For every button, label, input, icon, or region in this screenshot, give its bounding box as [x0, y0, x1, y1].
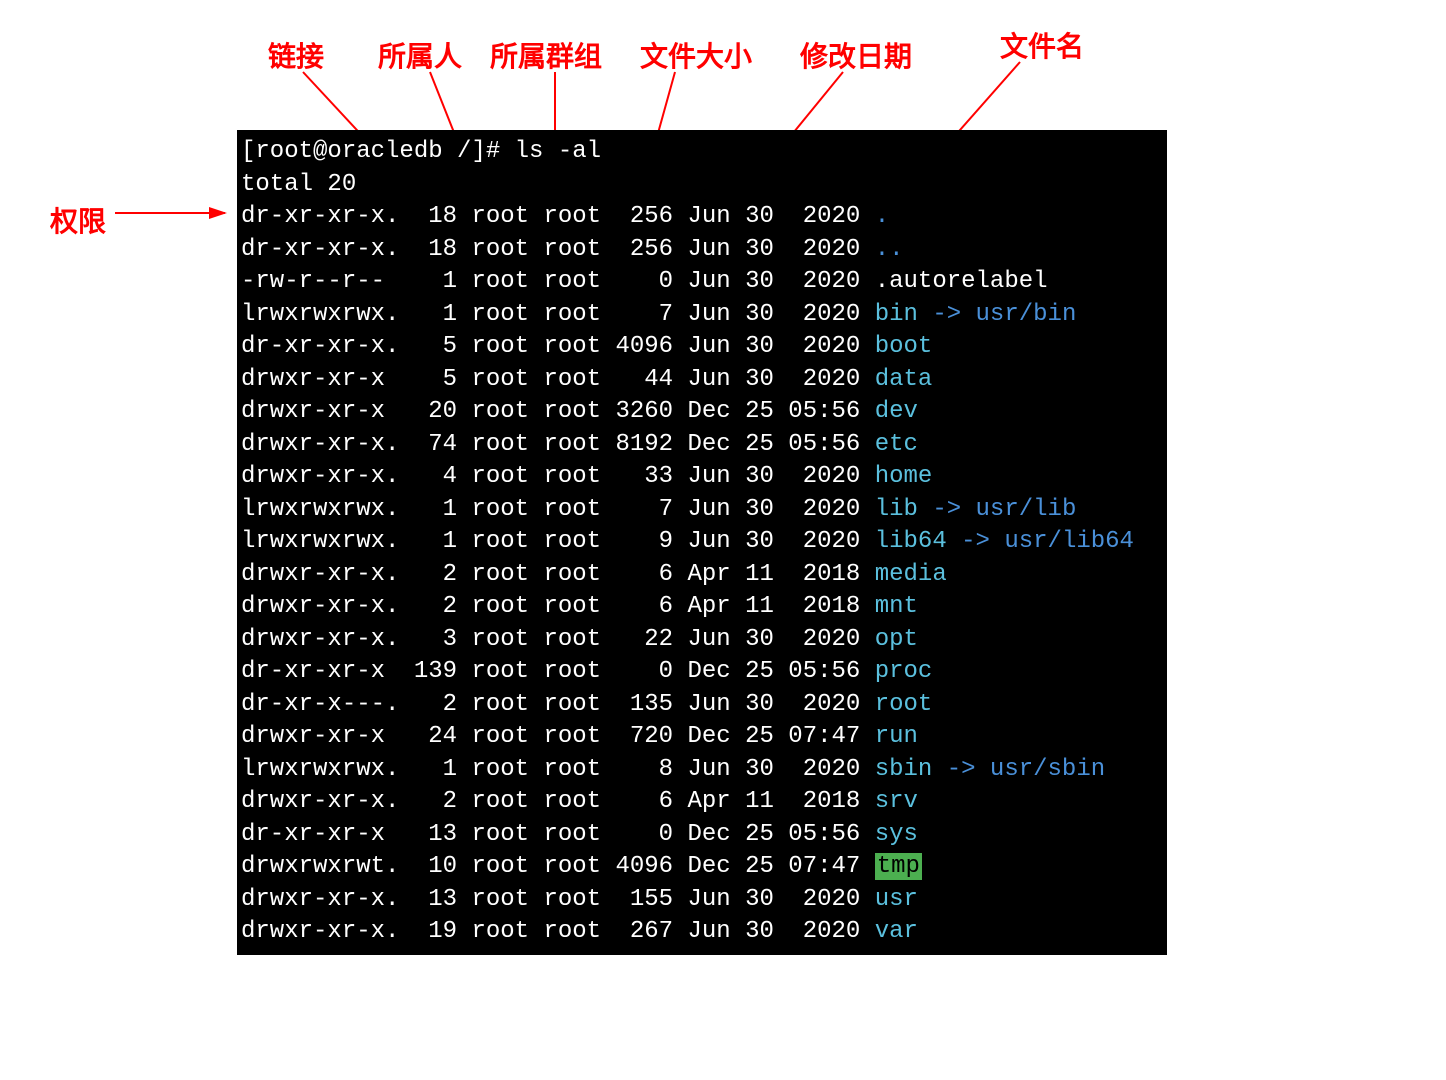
file-name: bin	[875, 301, 918, 328]
file-name: lib	[875, 496, 918, 523]
label-name: 文件名	[1000, 25, 1084, 65]
file-name: home	[875, 463, 933, 490]
file-name: opt	[875, 626, 918, 653]
listing-row: lrwxrwxrwx. 1 root root 7 Jun 30 2020 li…	[241, 494, 1167, 527]
listing-row: dr-xr-x---. 2 root root 135 Jun 30 2020 …	[241, 689, 1167, 722]
file-name: srv	[875, 788, 918, 815]
label-owner: 所属人	[378, 35, 462, 75]
listing-row: dr-xr-xr-x. 5 root root 4096 Jun 30 2020…	[241, 331, 1167, 364]
file-name: lib64	[875, 528, 947, 555]
file-name: .autorelabel	[875, 268, 1048, 295]
label-group: 所属群组	[490, 35, 602, 75]
file-listing: dr-xr-xr-x. 18 root root 256 Jun 30 2020…	[241, 201, 1167, 949]
listing-row: lrwxrwxrwx. 1 root root 9 Jun 30 2020 li…	[241, 526, 1167, 559]
label-date: 修改日期	[800, 35, 912, 75]
listing-row: dr-xr-xr-x 139 root root 0 Dec 25 05:56 …	[241, 656, 1167, 689]
listing-row: drwxr-xr-x. 13 root root 155 Jun 30 2020…	[241, 884, 1167, 917]
listing-row: drwxr-xr-x 24 root root 720 Dec 25 07:47…	[241, 721, 1167, 754]
file-name: .	[875, 203, 889, 230]
file-name: sys	[875, 821, 918, 848]
label-size: 文件大小	[640, 35, 752, 75]
file-name: var	[875, 918, 918, 945]
link-target: -> usr/sbin	[932, 756, 1105, 783]
label-links: 链接	[268, 35, 324, 75]
listing-row: drwxrwxrwt. 10 root root 4096 Dec 25 07:…	[241, 851, 1167, 884]
file-name: usr	[875, 886, 918, 913]
file-name: proc	[875, 658, 933, 685]
label-perm: 权限	[50, 200, 106, 240]
file-name: tmp	[875, 853, 922, 880]
listing-row: dr-xr-xr-x. 18 root root 256 Jun 30 2020…	[241, 234, 1167, 267]
listing-row: -rw-r--r-- 1 root root 0 Jun 30 2020 .au…	[241, 266, 1167, 299]
listing-row: drwxr-xr-x. 74 root root 8192 Dec 25 05:…	[241, 429, 1167, 462]
file-name: media	[875, 561, 947, 588]
prompt-line: [root@oracledb /]# ls -al	[241, 136, 1167, 169]
link-target: -> usr/lib	[918, 496, 1076, 523]
file-name: root	[875, 691, 933, 718]
file-name: sbin	[875, 756, 933, 783]
file-name: dev	[875, 398, 918, 425]
listing-row: drwxr-xr-x. 4 root root 33 Jun 30 2020 h…	[241, 461, 1167, 494]
listing-row: dr-xr-xr-x 13 root root 0 Dec 25 05:56 s…	[241, 819, 1167, 852]
listing-row: lrwxrwxrwx. 1 root root 7 Jun 30 2020 bi…	[241, 299, 1167, 332]
file-name: mnt	[875, 593, 918, 620]
link-target: -> usr/bin	[918, 301, 1076, 328]
file-name: ..	[875, 236, 904, 263]
total-line: total 20	[241, 169, 1167, 202]
listing-row: lrwxrwxrwx. 1 root root 8 Jun 30 2020 sb…	[241, 754, 1167, 787]
listing-row: drwxr-xr-x. 3 root root 22 Jun 30 2020 o…	[241, 624, 1167, 657]
listing-row: drwxr-xr-x 20 root root 3260 Dec 25 05:5…	[241, 396, 1167, 429]
file-name: data	[875, 366, 933, 393]
terminal-window: [root@oracledb /]# ls -al total 20 dr-xr…	[237, 130, 1167, 955]
file-name: run	[875, 723, 918, 750]
listing-row: drwxr-xr-x. 2 root root 6 Apr 11 2018 mn…	[241, 591, 1167, 624]
listing-row: dr-xr-xr-x. 18 root root 256 Jun 30 2020…	[241, 201, 1167, 234]
listing-row: drwxr-xr-x. 2 root root 6 Apr 11 2018 me…	[241, 559, 1167, 592]
file-name: boot	[875, 333, 933, 360]
link-target: -> usr/lib64	[947, 528, 1134, 555]
file-name: etc	[875, 431, 918, 458]
listing-row: drwxr-xr-x. 2 root root 6 Apr 11 2018 sr…	[241, 786, 1167, 819]
listing-row: drwxr-xr-x. 19 root root 267 Jun 30 2020…	[241, 916, 1167, 949]
listing-row: drwxr-xr-x 5 root root 44 Jun 30 2020 da…	[241, 364, 1167, 397]
